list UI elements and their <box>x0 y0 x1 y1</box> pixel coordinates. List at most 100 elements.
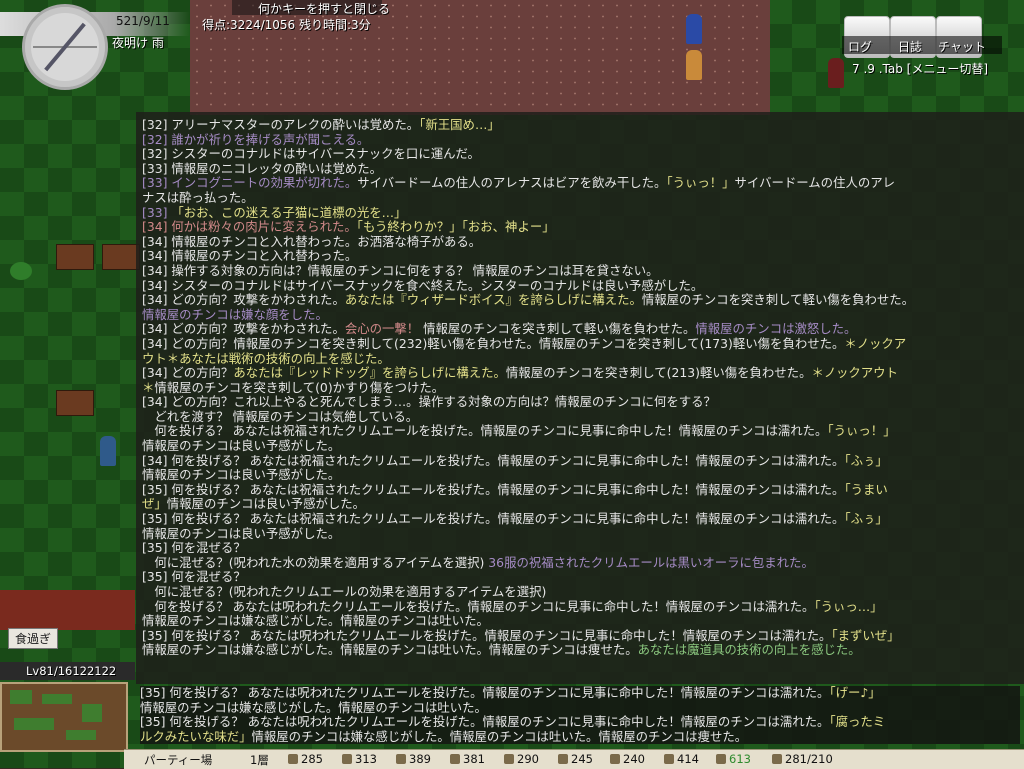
log-line: [34] 情報屋のチンコと入れ替わった。 <box>142 249 1012 264</box>
log-segment: 情報屋のチンコを突き刺して軽い傷を負わせた。 <box>419 321 696 337</box>
desk <box>56 244 94 270</box>
log-segment: [34] シスターのコナルドはサイバースナックを食べ終えた。シスターのコナルドは… <box>142 277 704 293</box>
menu-journal-label[interactable]: 日誌 <box>898 38 922 55</box>
log-segment: [32] 誰かが祈りを捧げる声が聞こえる。 <box>142 131 370 147</box>
log-segment: 「ふぅ」 <box>844 511 888 527</box>
npc-sprite[interactable] <box>828 58 844 88</box>
log-segment: ナスは酔っ払った。 <box>142 189 254 205</box>
message-log-recent: [35] 何を投げる？ あなたは呪われたクリムエールを投げた。情報屋のチンコに見… <box>140 685 1020 745</box>
log-line: [33] インコグニートの効果が切れた。サイバードームの住人のアレナスはビアを飲… <box>142 176 1012 191</box>
log-line: 何に混ぜる？(呪われたクリムエールの効果を適用するアイテムを選択) <box>142 584 1012 600</box>
stat-value: 240 <box>623 752 645 766</box>
menu-log-label[interactable]: ログ <box>848 38 872 55</box>
log-segment: [33] <box>142 204 172 220</box>
heart-icon <box>716 754 726 764</box>
message-log: [32] アリーナマスターのアレクの酔いは覚めた。「新王国め…」 [32] 誰かが… <box>142 117 1012 658</box>
log-segment: [34] 操作する対象の方向は？情報屋のチンコに何をする？ 情報屋のチンコは耳を… <box>142 262 659 278</box>
log-segment: 「腐ったミ <box>829 714 886 730</box>
stat-axe: 389 <box>396 752 431 766</box>
log-segment: [32] シスターのコナルドはサイバースナックを口に運んだ。 <box>142 146 480 162</box>
log-segment: 会心の一撃！ <box>344 321 420 337</box>
log-line: 情報屋のチンコは良い予感がした。 <box>142 467 1012 483</box>
menu-hint: 7 .9 .Tab [メニュー切替] <box>852 62 989 76</box>
bow-icon <box>450 754 460 764</box>
status-bar: パーティー場 1層 285 313 389 381 290 245 240 414 613 281… <box>124 749 1024 769</box>
log-segment: 「まずいぜ」 <box>831 627 900 643</box>
log-line: 情報屋のチンコは嫌な感じがした。情報屋のチンコは吐いた。情報屋のチンコは痩せた。… <box>142 643 1012 658</box>
log-line: [35] 何を投げる？ あなたは呪われたクリムエールを投げた。情報屋のチンコに見… <box>142 627 1012 644</box>
stat-value: 281/210 <box>785 752 833 766</box>
stat-sword: 285 <box>288 752 323 766</box>
log-segment: 情報屋のチンコは嫌な感じがした。情報屋のチンコは吐いた。 <box>140 699 487 715</box>
log-segment: [34] どの方向？これ以上やると死んでしまう…。操作する対象の方向は？情報屋の… <box>142 394 716 410</box>
log-segment: [34] 何を投げる？ あなたは祝福されたクリムエールを投げた。情報屋のチンコに… <box>142 452 845 468</box>
log-line: [34] どの方向？これ以上やると死んでしまう…。操作する対象の方向は？情報屋の… <box>142 394 1012 410</box>
stat-value: 290 <box>517 752 539 766</box>
bush <box>10 262 32 280</box>
log-line: 情報屋のチンコは嫌な顔をした。 <box>142 307 1012 323</box>
log-segment: [34] どの方向？攻撃をかわされた。 <box>142 292 345 308</box>
log-line: 何に混ぜる？(呪われた水の効果を適用するアイテムを選択) 36服の祝福されたクリ… <box>142 554 1012 571</box>
compass-icon <box>22 4 108 90</box>
menu-chat-label[interactable]: チャット <box>938 38 986 55</box>
log-segment: 「うぃっ！」 <box>666 175 735 191</box>
close-notice: 何かキーを押すと閉じる <box>258 2 391 16</box>
log-segment: ぜ」 <box>142 496 167 512</box>
log-segment: [35] 何を混ぜる？ <box>142 569 246 585</box>
log-segment: 「うまい <box>844 481 888 497</box>
game-date: 521/9/11 <box>116 14 170 28</box>
log-segment: [34] 何かは粉々の肉片に変えられた。 <box>142 219 357 235</box>
stat-value: 285 <box>301 752 323 766</box>
log-segment: 情報屋のチンコは良い予感がした。 <box>142 467 341 483</box>
log-line: [34] 何かは粉々の肉片に変えられた。「もう終わりか？」「おお、神よー」 <box>142 219 1012 235</box>
log-line: ルクみたいな味だ」情報屋のチンコは嫌な感じがした。情報屋のチンコは吐いた。情報屋… <box>140 728 1020 745</box>
time-weather: 夜明け 雨 <box>112 36 164 50</box>
log-segment: [33] 情報屋のニコレッタの酔いは覚めた。 <box>142 160 383 176</box>
log-line: [35] 何を混ぜる？ <box>142 540 1012 556</box>
log-line: [34] どの方向？攻撃をかわされた。あなたは『ウィザードボイス』を誇らしげに構… <box>142 292 1012 308</box>
hunger-status: 食過ぎ <box>8 628 59 649</box>
log-segment: サイバードームの住人のアレナスはビアを飲み干した。 <box>357 175 667 191</box>
desk <box>102 244 140 270</box>
log-line: [32] 誰かが祈りを捧げる声が聞こえる。 <box>142 131 1012 148</box>
log-line: [34] どの方向？攻撃をかわされた。会心の一撃！ 情報屋のチンコを突き刺して軽… <box>142 322 1012 337</box>
log-segment: ＊ノックアウト <box>811 365 898 381</box>
log-segment: [35] 何を投げる？ あなたは祝福されたクリムエールを投げた。情報屋のチンコに… <box>142 481 845 497</box>
weight-icon <box>772 754 782 764</box>
log-segment: 「ふぅ」 <box>844 452 888 468</box>
clock-icon <box>610 754 620 764</box>
log-segment: あなたは『ウィザードボイス』を誇らしげに構えた。 <box>344 292 642 308</box>
log-line: 情報屋のチンコは嫌な感じがした。情報屋のチンコは吐いた。 <box>142 613 1012 629</box>
level-text: Lv81/16122122 <box>26 664 117 678</box>
log-segment: サイバードームの住人のアレ <box>734 175 896 191</box>
stat-value: 414 <box>677 752 699 766</box>
log-line: [35] 何を投げる？ あなたは祝福されたクリムエールを投げた。情報屋のチンコに… <box>142 481 1012 498</box>
log-line: 情報屋のチンコは良い予感がした。 <box>142 525 1012 542</box>
log-segment: 「もう終わりか？」「おお、神よー」 <box>356 219 555 235</box>
npc-sprite[interactable] <box>100 436 116 466</box>
log-line: [34] 操作する対象の方向は？情報屋のチンコに何をする？ 情報屋のチンコは耳を… <box>142 262 1012 279</box>
log-segment: 何に混ぜる？(呪われた水の効果を適用するアイテムを選択) <box>142 554 489 570</box>
log-segment: ルクみたいな味だ」 <box>140 728 252 744</box>
log-segment: あなたは『レッドドッグ』を誇らしげに構えた。 <box>233 365 506 381</box>
log-segment: [32] アリーナマスターのアレクの酔いは覚めた。 <box>142 117 420 132</box>
log-segment: 情報屋のチンコは良い予感がした。 <box>142 438 341 454</box>
log-segment: ウト＊あなたは戦術の技術の向上を感じた。 <box>142 350 390 366</box>
log-segment: 情報屋のチンコは嫌な感じがした。情報屋のチンコは吐いた。 <box>142 613 489 629</box>
book-icon <box>504 754 514 764</box>
log-line: [34] どの方向？情報屋のチンコを突き刺して(232)軽い傷を負わせた。情報屋… <box>142 336 1012 352</box>
stat-weight: 281/210 <box>772 752 833 766</box>
npc-sprite[interactable] <box>686 14 702 44</box>
stat-value: 613 <box>729 752 751 766</box>
stat-clock: 240 <box>610 752 645 766</box>
log-line: ウト＊あなたは戦術の技術の向上を感じた。 <box>142 350 1012 367</box>
stat-book: 290 <box>504 752 539 766</box>
log-line: 何を投げる？ あなたは祝福されたクリムエールを投げた。情報屋のチンコに見事に命中… <box>142 424 1012 439</box>
log-line: [32] シスターのコナルドはサイバースナックを口に運んだ。 <box>142 146 1012 162</box>
minimap[interactable] <box>0 682 128 752</box>
axe-icon <box>396 754 406 764</box>
log-line: [35] 何を混ぜる？ <box>142 570 1012 585</box>
log-segment: [34] どの方向？ <box>142 365 234 381</box>
stat-bow: 381 <box>450 752 485 766</box>
log-segment: 情報屋のチンコは良い予感がした。 <box>142 525 341 541</box>
